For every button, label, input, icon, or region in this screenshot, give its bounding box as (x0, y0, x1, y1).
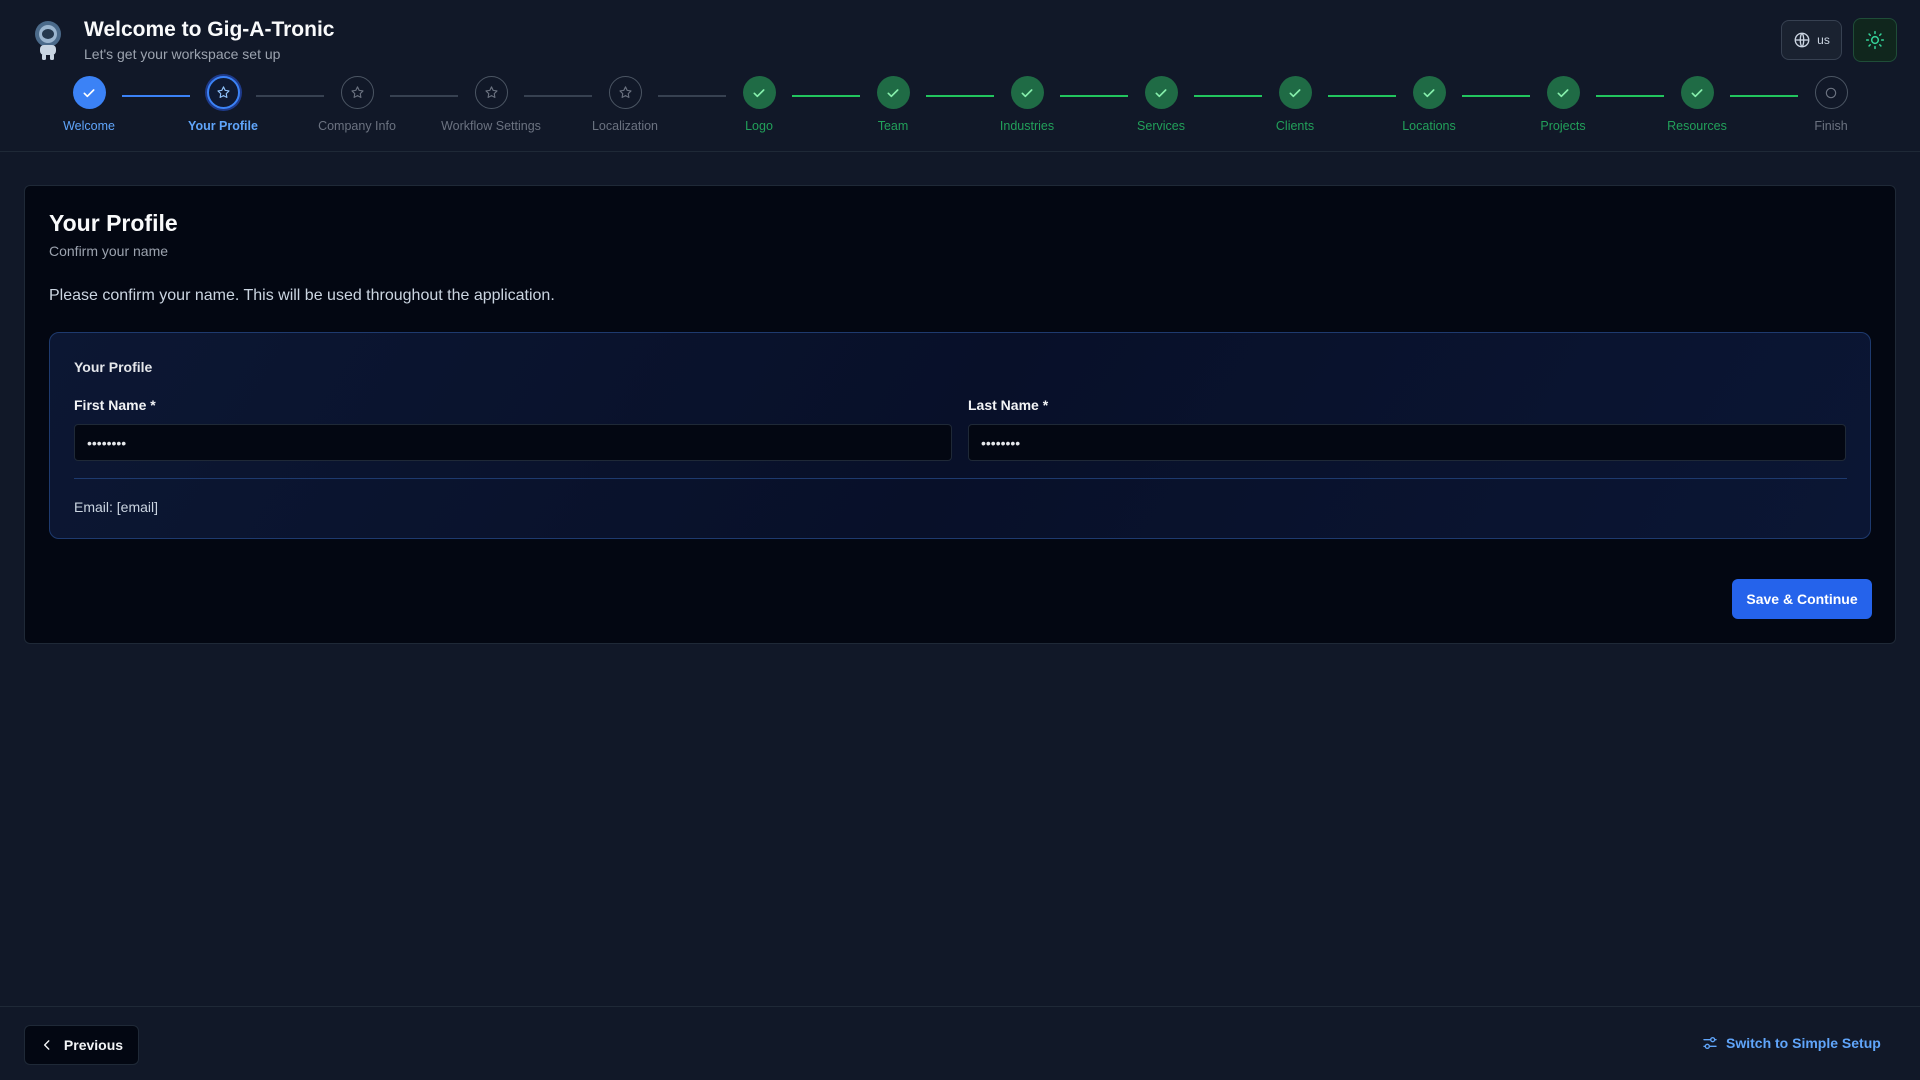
page-subtitle: Confirm your name (49, 243, 169, 259)
step-locations[interactable]: Locations (1364, 76, 1494, 133)
last-name-label: Last Name * (968, 397, 1049, 413)
star-icon (350, 86, 364, 98)
section-divider (74, 478, 1847, 479)
save-continue-button[interactable]: Save & Continue (1732, 579, 1872, 619)
step-label: Localization (591, 119, 658, 133)
step-indicator (72, 76, 106, 109)
step-indicator (1814, 76, 1848, 109)
profile-form-section: Your Profile First Name * Last Name * Em… (49, 332, 1871, 539)
setup-stepper: Welcome Your Profile Company Info Workflow … (0, 76, 1920, 136)
step-resources[interactable]: Resources (1632, 76, 1762, 133)
header: Welcome to Gig-A-Tronic Let's get your w… (0, 0, 1920, 152)
app-title: Welcome to Gig-A-Tronic (84, 18, 335, 41)
step-label: Finish (1814, 119, 1848, 133)
switch-simple-setup-label: Switch to Simple Setup (1726, 1035, 1881, 1051)
step-label: Logo (745, 119, 773, 133)
step-team[interactable]: Team (828, 76, 958, 133)
step-label: Team (877, 119, 909, 133)
sun-icon (1865, 30, 1885, 50)
step-indicator (1546, 76, 1580, 109)
check-icon (1691, 88, 1703, 97)
sliders-icon (1703, 1037, 1717, 1049)
step-indicator (1278, 76, 1312, 109)
check-icon (1289, 88, 1301, 97)
check-icon (1557, 88, 1569, 97)
step-label: Workflow Settings (441, 119, 541, 133)
chevron-left-icon (43, 1040, 50, 1050)
step-indicator (340, 76, 374, 109)
star-icon (484, 86, 498, 98)
check-icon (1155, 88, 1167, 97)
last-name-input[interactable] (968, 424, 1846, 461)
previous-button[interactable]: Previous (24, 1025, 139, 1065)
step-indicator (1680, 76, 1714, 109)
star-icon (618, 86, 632, 98)
step-projects[interactable]: Projects (1498, 76, 1628, 133)
step-services[interactable]: Services (1096, 76, 1226, 133)
step-indicator (474, 76, 508, 109)
theme-toggle-button[interactable] (1853, 18, 1897, 62)
step-label: Services (1137, 119, 1185, 133)
step-workflow-settings[interactable]: Workflow Settings (426, 76, 556, 133)
step-your-profile[interactable]: Your Profile (158, 76, 288, 133)
step-label: Your Profile (188, 119, 258, 133)
step-indicator (1412, 76, 1446, 109)
step-label: Welcome (63, 119, 115, 133)
step-indicator (1010, 76, 1044, 109)
step-indicator (876, 76, 910, 109)
step-indicator (206, 76, 240, 109)
step-company-info[interactable]: Company Info (292, 76, 422, 133)
step-logo[interactable]: Logo (694, 76, 824, 133)
step-indicator (1144, 76, 1178, 109)
profile-card: Your Profile Confirm your name Please co… (24, 185, 1896, 644)
page-description: Please confirm your name. This will be u… (49, 287, 555, 304)
check-icon (83, 88, 95, 97)
step-label: Projects (1540, 119, 1586, 133)
language-selector-button[interactable]: us (1781, 20, 1842, 60)
step-finish[interactable]: Finish (1766, 76, 1896, 133)
footer: Previous Switch to Simple Setup (0, 1006, 1920, 1080)
previous-label: Previous (63, 1037, 124, 1053)
step-indicator (742, 76, 776, 109)
step-label: Resources (1667, 119, 1727, 133)
language-code: us (1817, 33, 1830, 47)
first-name-input[interactable] (74, 424, 952, 461)
astronaut-logo-icon (35, 21, 61, 60)
step-welcome[interactable]: Welcome (24, 76, 154, 133)
star-icon (216, 86, 230, 98)
step-clients[interactable]: Clients (1230, 76, 1360, 133)
app-subtitle: Let's get your workspace set up (84, 46, 281, 62)
check-icon (887, 88, 899, 97)
circle-icon (1825, 87, 1837, 98)
step-label: Industries (999, 119, 1055, 133)
check-icon (1021, 88, 1033, 97)
step-localization[interactable]: Localization (560, 76, 690, 133)
globe-icon (1794, 32, 1810, 48)
first-name-label: First Name * (74, 397, 156, 413)
step-label: Clients (1275, 119, 1315, 133)
section-title: Your Profile (74, 359, 153, 375)
step-label: Company Info (318, 119, 396, 133)
check-icon (753, 88, 765, 97)
page-title: Your Profile (49, 210, 178, 236)
step-indicator (608, 76, 642, 109)
email-display: Email: [email] (74, 499, 159, 515)
check-icon (1423, 88, 1435, 97)
step-label: Locations (1402, 119, 1456, 133)
step-industries[interactable]: Industries (962, 76, 1092, 133)
switch-simple-setup-link[interactable]: Switch to Simple Setup (1702, 1035, 1881, 1051)
